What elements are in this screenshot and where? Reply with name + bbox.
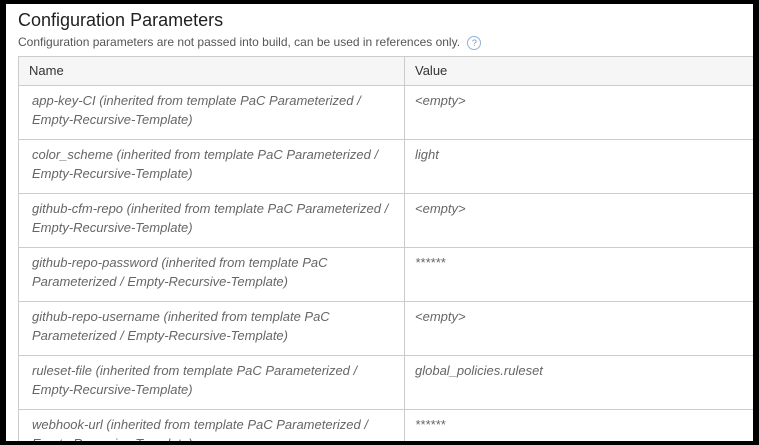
parameter-name[interactable]: github-repo-username (inherited from tem…: [18, 301, 405, 356]
help-icon[interactable]: ?: [467, 35, 482, 50]
parameter-name[interactable]: github-cfm-repo (inherited from template…: [18, 193, 405, 248]
table-row[interactable]: github-cfm-repo (inherited from template…: [18, 193, 753, 248]
parameter-value: ******: [404, 409, 753, 441]
parameter-name[interactable]: app-key-CI (inherited from template PaC …: [18, 85, 405, 140]
table-row[interactable]: github-repo-password (inherited from tem…: [18, 247, 753, 302]
description-text: Configuration parameters are not passed …: [18, 35, 461, 49]
section-title: Configuration Parameters: [18, 10, 224, 30]
column-header-name: Name: [18, 56, 405, 86]
table-row[interactable]: ruleset-file (inherited from template Pa…: [18, 355, 753, 410]
parameter-name[interactable]: color_scheme (inherited from template Pa…: [18, 139, 405, 194]
parameter-name[interactable]: webhook-url (inherited from template PaC…: [18, 409, 405, 441]
parameter-value: global_policies.ruleset: [404, 355, 753, 410]
parameter-value: <empty>: [404, 301, 753, 356]
table-row[interactable]: github-repo-username (inherited from tem…: [18, 301, 753, 356]
section-description: Configuration parameters are not passed …: [18, 35, 482, 50]
parameter-value: ******: [404, 247, 753, 302]
table-header-row: Name Value: [18, 56, 753, 86]
parameters-table: Name Value app-key-CI (inherited from te…: [18, 56, 753, 441]
configuration-parameters-panel: Configuration Parameters Configuration p…: [6, 4, 753, 441]
table-row[interactable]: webhook-url (inherited from template PaC…: [18, 409, 753, 441]
parameter-name[interactable]: github-repo-password (inherited from tem…: [18, 247, 405, 302]
table-row[interactable]: app-key-CI (inherited from template PaC …: [18, 85, 753, 140]
parameter-value: <empty>: [404, 193, 753, 248]
parameter-name[interactable]: ruleset-file (inherited from template Pa…: [18, 355, 405, 410]
table-row[interactable]: color_scheme (inherited from template Pa…: [18, 139, 753, 194]
parameter-value: <empty>: [404, 85, 753, 140]
column-header-value: Value: [404, 56, 753, 86]
parameter-value: light: [404, 139, 753, 194]
